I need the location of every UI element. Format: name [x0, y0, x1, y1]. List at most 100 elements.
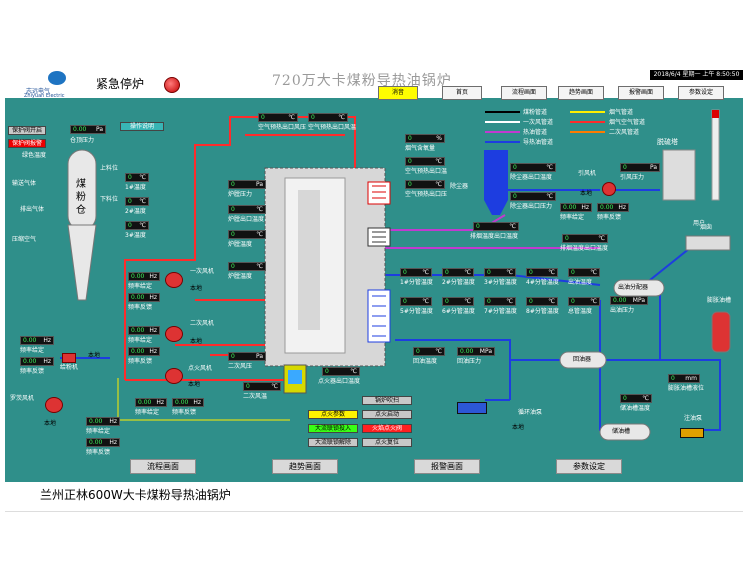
secondary-fan-name: 二次风机	[190, 320, 215, 327]
interlock-off-button[interactable]: 大流联锁解除	[308, 438, 358, 447]
induced-fan-icon[interactable]	[602, 182, 616, 196]
induced-fb-tag: 0.00 Hz	[597, 203, 629, 212]
fire-fan-name: 点火风机	[188, 365, 213, 372]
legend-secondary: 二次风管道	[609, 129, 640, 136]
temp-3-label: 3#温度	[125, 232, 146, 239]
dispense-tank-label: 出油分配器	[618, 284, 649, 291]
coil-5-label: 5#分管温度	[400, 308, 433, 315]
primary-fan-name: 一次风机	[190, 268, 215, 275]
protect-open-button[interactable]: 保护阀开启	[8, 126, 46, 135]
coil-3-label: 3#分管温度	[484, 279, 517, 286]
seal-fb-label: 频率反馈	[86, 449, 111, 456]
dust-out-temp-label: 除尘器出口压力	[510, 203, 553, 210]
supply-set-tag: 0.00 Hz	[20, 336, 54, 345]
bottom-nav-flow[interactable]: 流程画面	[130, 459, 196, 474]
fire-fan-set-tag: 0.00 Hz	[135, 398, 167, 407]
ignite-params-button[interactable]: 点火参数	[308, 410, 358, 419]
second-air-temp-label: 二次风温	[243, 393, 268, 400]
supply-icon[interactable]	[62, 353, 76, 363]
furnace-purge-button[interactable]: 锅炉吹扫	[362, 396, 412, 405]
bottom-nav-params[interactable]: 参数设定	[556, 459, 622, 474]
induced-set-tag: 0.00 Hz	[560, 203, 592, 212]
dust-out-temp-tag: 0 ℃	[510, 192, 556, 201]
seal-fan-local: 本地	[44, 420, 57, 427]
coil-4-tag: 0 ℃	[526, 268, 558, 277]
second-air-pressure-label: 二次风压	[228, 363, 253, 370]
air-out-label: 排出气体	[20, 206, 45, 213]
furnace-pressure-label: 炉膛压力	[228, 191, 253, 198]
primary-fan-fb-label: 频率反馈	[128, 304, 153, 311]
bottom-nav-trend[interactable]: 趋势画面	[272, 459, 338, 474]
furnace-pressure-tag: 0 Pa	[228, 180, 266, 189]
caption: 兰州正林600W大卡煤粉导热油锅炉	[40, 488, 231, 502]
exp-temp-label: 储油槽温度	[620, 405, 651, 412]
legend-coal: 煤粉管道	[523, 109, 548, 116]
primary-fan-set-label: 频率给定	[128, 283, 153, 290]
users-label: 用户	[693, 220, 706, 227]
furnace-temp2-label: 炉膛温度	[228, 241, 253, 248]
smoke-o2-tag: 0%	[405, 134, 445, 143]
return-temp-tag: 0 ℃	[413, 347, 445, 356]
legend-primary-air: 一次风管道	[523, 119, 554, 126]
fire-valve-button[interactable]: 火焰点火阀	[362, 424, 412, 433]
seal-fan-icon[interactable]	[45, 397, 63, 413]
preheat-out-temp-tag: 0 ℃	[405, 180, 445, 189]
total-temp-tag: 0 ℃	[568, 297, 600, 306]
fill-pump-label: 注油泵	[684, 415, 703, 422]
coil-3-tag: 0 ℃	[484, 268, 516, 277]
fire-fan-local: 本地	[188, 381, 201, 388]
fire-reset-button[interactable]: 点火复位	[362, 438, 412, 447]
secondary-fan-local: 本地	[190, 338, 203, 345]
bottom-nav-alarm[interactable]: 报警画面	[414, 459, 480, 474]
fill-pump-icon[interactable]	[680, 428, 704, 438]
expansion-tank-label: 膨胀油槽	[707, 297, 732, 304]
induced-pressure-label: 引风压力	[620, 174, 645, 181]
temp-2-tag: 0 ℃	[125, 197, 149, 206]
bin-lower-label: 下料位	[100, 196, 119, 203]
legend-flue: 烟气管道	[609, 109, 634, 116]
feed-temp-label: 绿色温度	[22, 152, 47, 159]
hearth-temp-label: 炉膛温度	[228, 273, 253, 280]
induced-fan-name: 引风机	[578, 170, 597, 177]
induced-pressure-tag: 0 Pa	[620, 163, 660, 172]
legend-thermal-oil: 导热油管道	[523, 139, 554, 146]
secondary-fan-set-label: 频率给定	[128, 337, 153, 344]
bin-pressure-label: 仓顶压力	[70, 137, 95, 144]
op-manual-button[interactable]: 操作说明	[120, 122, 164, 131]
induced-set-label: 频率给定	[560, 214, 585, 221]
fire-fan-fb-tag: 0.00 Hz	[172, 398, 204, 407]
primary-fan-icon[interactable]	[165, 272, 183, 288]
coil-1-tag: 0 ℃	[400, 268, 432, 277]
exhaust-temp-label: 排烟温度出口温度	[560, 245, 609, 252]
interlock-on-button[interactable]: 大流联锁投入	[308, 424, 358, 433]
preheat-in-temp-tag: 0 ℃	[405, 157, 445, 166]
furnace-temp2-tag: 0 ℃	[228, 230, 266, 239]
supply-set-label: 频率给定	[20, 347, 45, 354]
protect-alarm-button[interactable]: 保护阀报警	[8, 139, 46, 148]
preheat-out-temp-label: 空气预热出口压	[405, 191, 448, 198]
dust-collector-label: 除尘器	[450, 183, 469, 190]
bin-pressure-tag: 0.00 Pa	[70, 125, 106, 134]
secondary-fan-icon[interactable]	[165, 326, 183, 342]
exhaust-temp-tag: 0 ℃	[562, 234, 608, 243]
compress-air-label: 压缩空气	[12, 236, 37, 243]
seal-set-label: 频率给定	[86, 428, 111, 435]
return-pressure-tag: 0.00 MPa	[457, 347, 495, 356]
legend-flue-air: 烟气空气管道	[609, 119, 646, 126]
fire-fan-icon[interactable]	[165, 368, 183, 384]
coal-bin-label: 煤粉仓	[76, 179, 86, 216]
outlet-pressure-label: 出油压力	[610, 307, 635, 314]
exp-level-tag: 0 mm	[668, 374, 700, 383]
outlet-pressure-tag: 0.00 MPa	[610, 296, 648, 305]
outlet-temp-label: 出油温度	[568, 279, 593, 286]
legend-hot-oil: 热油管道	[523, 129, 548, 136]
circ-pump-local: 本地	[512, 424, 525, 431]
circ-pump-icon[interactable]	[457, 402, 487, 414]
fire-start-button[interactable]: 点火启动	[362, 410, 412, 419]
bin-upper-label: 上料位	[100, 165, 119, 172]
supply-fb-tag: 0.00 Hz	[20, 357, 54, 366]
seal-fan-name: 罗茨风机	[10, 395, 35, 402]
primary-fan-local: 本地	[190, 285, 203, 292]
desulf-label: 脱硫塔	[657, 138, 678, 146]
fire-fan-fb-label: 频率反馈	[172, 409, 197, 416]
